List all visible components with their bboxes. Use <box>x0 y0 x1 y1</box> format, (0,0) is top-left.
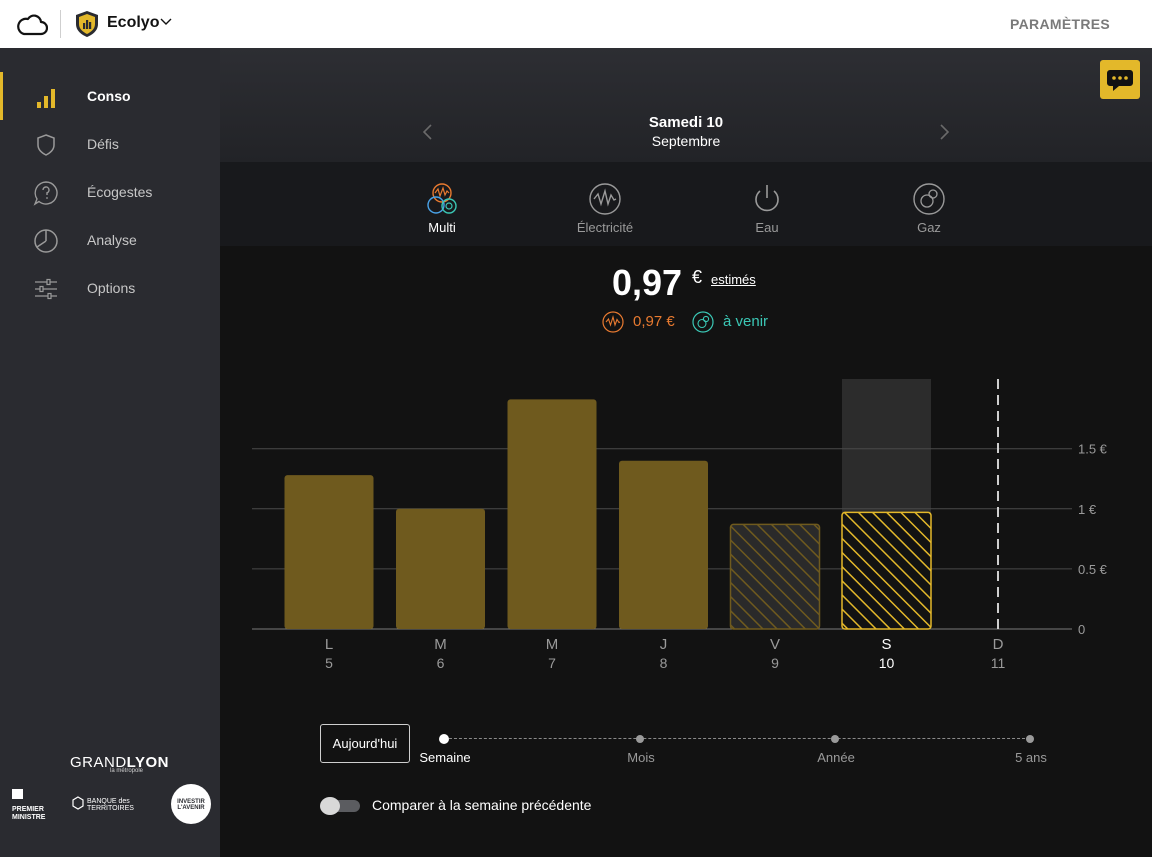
tab-electricity[interactable]: Électricité <box>555 178 655 242</box>
chart-bar[interactable] <box>396 508 485 629</box>
grandlyon-subtitle: la métropole <box>110 768 144 774</box>
chart-bar[interactable] <box>507 399 597 629</box>
chevron-down-icon[interactable] <box>160 18 172 26</box>
tab-label: Gaz <box>917 220 941 235</box>
tab-label: Électricité <box>576 220 634 235</box>
selected-month: Septembre <box>651 133 721 149</box>
y-tick-label: 0.5 € <box>1078 562 1108 577</box>
timescale-label-year[interactable]: Année <box>796 750 876 765</box>
timescale-dot-month[interactable] <box>636 735 644 743</box>
gas-icon <box>913 183 945 215</box>
electricity-icon <box>602 311 624 333</box>
banque-des-territoires-logo: BANQUE des TERRITOIRES <box>72 794 148 814</box>
chart-bar[interactable] <box>284 475 374 629</box>
gas-amount: à venir <box>723 313 769 330</box>
question-bubble-icon <box>33 181 58 206</box>
pie-chart-icon <box>34 229 58 253</box>
timescale-dot-year[interactable] <box>831 735 839 743</box>
x-day-number: 7 <box>548 655 556 671</box>
x-day-letter: D <box>993 636 1004 653</box>
x-day-number: 9 <box>771 655 779 671</box>
x-day-letter: V <box>770 636 780 653</box>
y-tick-label: 0 <box>1078 622 1085 637</box>
timescale-label-week[interactable]: Semaine <box>405 750 485 765</box>
sidebar-item-defis[interactable]: Défis <box>0 120 220 168</box>
chevron-right-icon[interactable] <box>936 124 952 140</box>
sidebar-item-label: Écogestes <box>87 184 153 200</box>
sidebar-item-ecogestes[interactable]: Écogestes <box>0 168 220 216</box>
hexagon-icon <box>72 796 84 810</box>
total-amount: 0,97 <box>612 262 683 303</box>
currency-symbol: € <box>692 267 703 287</box>
timescale-label-5years[interactable]: 5 ans <box>991 750 1071 765</box>
selected-day: Samedi 10 <box>648 114 724 131</box>
marianne-icon <box>12 789 34 799</box>
consumption-chart: 0 0.5 € 1 € 1.5 € L 5 M 6 M 7 J 8 V 9 S 10 D 11 <box>252 379 1108 671</box>
sidebar-item-label: Conso <box>87 88 131 104</box>
compare-toggle[interactable] <box>320 797 360 815</box>
x-day-letter: J <box>660 636 668 653</box>
toggle-knob <box>320 797 340 815</box>
chart-bar[interactable] <box>729 523 821 630</box>
y-tick-label: 1 € <box>1078 502 1097 517</box>
timescale-dot-5years[interactable] <box>1026 735 1034 743</box>
x-day-letter: M <box>434 636 447 653</box>
premier-ministre-logo: PREMIER MINISTRE <box>12 786 50 830</box>
sidebar-item-label: Analyse <box>87 232 137 248</box>
x-day-number: 5 <box>325 655 333 671</box>
feedback-button[interactable] <box>1100 60 1140 99</box>
banque-des-territoires-label: BANQUE des TERRITOIRES <box>87 798 134 812</box>
x-day-letter: S <box>881 636 891 653</box>
y-tick-label: 1.5 € <box>1078 442 1108 457</box>
sidebar-item-label: Défis <box>87 136 119 152</box>
settings-link[interactable]: PARAMÈTRES <box>1010 16 1110 32</box>
sidebar-item-conso[interactable]: Conso <box>0 72 220 120</box>
sidebar-item-label: Options <box>87 280 136 296</box>
sidebar: Conso Défis Écogestes Analyse Options GR… <box>0 48 220 857</box>
x-day-number: 11 <box>991 655 1006 671</box>
cloud-icon[interactable] <box>16 10 48 38</box>
sidebar-item-analyse[interactable]: Analyse <box>0 216 220 264</box>
gas-icon <box>692 311 714 333</box>
x-day-number: 10 <box>879 655 895 671</box>
investir-avenir-logo: INVESTIR L'AVENIR <box>171 784 211 824</box>
tab-gas[interactable]: Gaz <box>879 178 979 242</box>
x-day-letter: M <box>546 636 559 653</box>
tab-label: Multi <box>428 220 456 235</box>
premier-ministre-label: PREMIER MINISTRE <box>12 806 46 821</box>
multi-fluid-icon <box>427 183 457 214</box>
x-day-number: 8 <box>660 655 668 671</box>
today-button[interactable]: Aujourd'hui <box>320 724 410 763</box>
sidebar-item-options[interactable]: Options <box>0 264 220 312</box>
water-icon <box>755 185 779 212</box>
compare-label: Comparer à la semaine précédente <box>372 797 592 813</box>
x-day-number: 6 <box>437 655 445 671</box>
x-day-letter: L <box>325 636 333 653</box>
chat-bubble-icon <box>1107 70 1133 91</box>
tab-water[interactable]: Eau <box>717 178 817 242</box>
electricity-icon <box>589 183 621 215</box>
top-bar: Ecolyo PARAMÈTRES <box>0 0 1152 48</box>
topbar-divider <box>60 10 61 38</box>
electricity-amount: 0,97 € <box>633 313 675 330</box>
estimate-link[interactable]: estimés <box>711 272 756 287</box>
fluid-tabs: Multi Électricité Eau Gaz <box>220 162 1152 246</box>
shield-icon <box>37 134 55 156</box>
sliders-icon <box>35 278 57 300</box>
timescale-track <box>444 738 1030 739</box>
tab-multi[interactable]: Multi <box>392 178 492 242</box>
tab-label: Eau <box>755 220 779 235</box>
date-header: Samedi 10 Septembre <box>220 48 1152 162</box>
app-name[interactable]: Ecolyo <box>107 14 159 32</box>
ecolyo-logo-icon <box>76 11 98 37</box>
bar-chart-icon <box>37 89 55 108</box>
timescale-label-month[interactable]: Mois <box>601 750 681 765</box>
investir-avenir-label: INVESTIR L'AVENIR <box>177 799 205 811</box>
chart-bar[interactable] <box>841 511 932 630</box>
chart-bar[interactable] <box>619 460 708 629</box>
timescale-dot-week[interactable] <box>439 734 449 744</box>
